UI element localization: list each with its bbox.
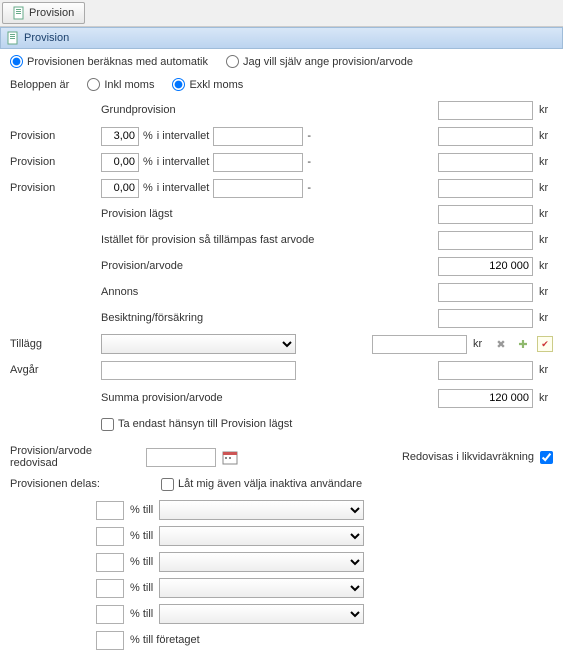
input-redovisad-date[interactable] (146, 448, 216, 467)
input-tier3-pct[interactable] (101, 179, 139, 198)
section-title: Provision (24, 32, 69, 44)
section-header: Provision (0, 27, 563, 49)
input-tier2-from[interactable] (213, 153, 303, 172)
label-provision-arvode: Provision/arvode (101, 260, 183, 272)
input-share4-pct[interactable] (96, 579, 124, 598)
label-tillagg: Tillägg (10, 338, 95, 350)
checkbox-redovisas-likvid[interactable] (540, 451, 553, 464)
input-provision-lagst[interactable] (438, 205, 533, 224)
select-share4-user[interactable] (159, 578, 364, 598)
input-annons[interactable] (438, 283, 533, 302)
label-fast-arvode: Istället för provision så tillämpas fast… (101, 234, 314, 246)
radio-incl-moms[interactable]: Inkl moms (87, 78, 154, 91)
select-share1-user[interactable] (159, 500, 364, 520)
calendar-icon[interactable] (222, 449, 238, 465)
input-tier3-from[interactable] (213, 179, 303, 198)
input-tier1-pct[interactable] (101, 127, 139, 146)
input-summa (438, 389, 533, 408)
add-icon[interactable]: ✚ (515, 336, 531, 352)
select-tillagg[interactable] (101, 334, 296, 354)
label-avgar: Avgår (10, 364, 95, 376)
input-fast-arvode[interactable] (438, 231, 533, 250)
label-annons: Annons (101, 286, 138, 298)
label-redovisad: Provision/arvode redovisad (10, 445, 140, 469)
input-share2-pct[interactable] (96, 527, 124, 546)
label-delas: Provisionen delas: (10, 478, 105, 490)
radio-calc-auto[interactable]: Provisionen beräknas med automatik (10, 55, 208, 68)
document-icon (13, 6, 25, 20)
input-share1-pct[interactable] (96, 501, 124, 520)
label-besiktning: Besiktning/försäkring (101, 312, 203, 324)
label-summa: Summa provision/arvode (101, 392, 223, 404)
label-pct-till-foretaget: % till företaget (130, 634, 200, 646)
label-provision-lagst: Provision lägst (101, 208, 173, 220)
radio-excl-moms[interactable]: Exkl moms (172, 78, 243, 91)
label-provision-1: Provision (10, 130, 95, 142)
label-redovisas-likvid: Redovisas i likvidavräkning (402, 451, 534, 463)
input-foretaget-pct[interactable] (96, 631, 124, 650)
tab-label: Provision (29, 7, 74, 19)
verify-icon[interactable]: ✔ (537, 336, 553, 352)
select-share5-user[interactable] (159, 604, 364, 624)
label-grundprovision: Grundprovision (101, 104, 176, 116)
input-tier2-pct[interactable] (101, 153, 139, 172)
input-provision-arvode (438, 257, 533, 276)
input-avgar-text[interactable] (101, 361, 296, 380)
input-tier1-amt[interactable] (438, 127, 533, 146)
input-grundprovision[interactable] (438, 101, 533, 120)
label-provision-2: Provision (10, 156, 95, 168)
delete-icon[interactable]: ✖ (493, 336, 509, 352)
document-icon (7, 31, 19, 45)
amounts-prefix: Beloppen är (10, 79, 69, 91)
select-share2-user[interactable] (159, 526, 364, 546)
input-avgar-amt[interactable] (438, 361, 533, 380)
radio-calc-manual[interactable]: Jag vill själv ange provision/arvode (226, 55, 413, 68)
input-tillagg-amt[interactable] (372, 335, 467, 354)
input-tier1-from[interactable] (213, 127, 303, 146)
input-share5-pct[interactable] (96, 605, 124, 624)
tab-provision[interactable]: Provision (2, 2, 85, 24)
checkbox-inaktiva[interactable]: Låt mig även välja inaktiva användare (161, 478, 362, 491)
input-besiktning[interactable] (438, 309, 533, 328)
input-tier3-amt[interactable] (438, 179, 533, 198)
input-share3-pct[interactable] (96, 553, 124, 572)
checkbox-endast-lagst[interactable]: Ta endast hänsyn till Provision lägst (101, 418, 292, 431)
input-tier2-amt[interactable] (438, 153, 533, 172)
select-share3-user[interactable] (159, 552, 364, 572)
label-provision-3: Provision (10, 182, 95, 194)
